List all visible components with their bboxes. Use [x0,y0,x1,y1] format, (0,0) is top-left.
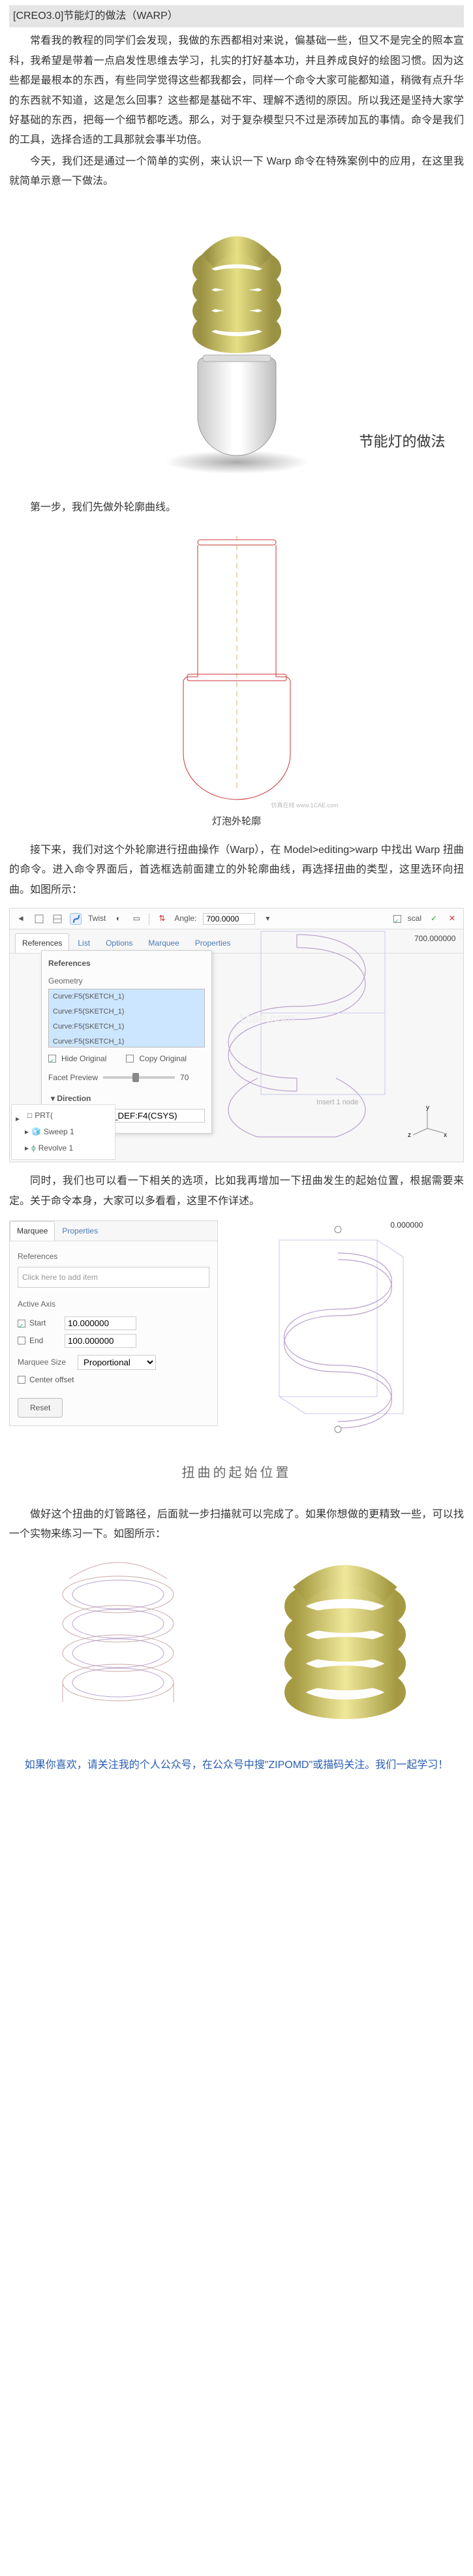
step-1: 第一步，我们先做外轮廓曲线。 [9,498,464,518]
figure-lamp: 节能灯的做法 [9,201,464,489]
paragraph-finish: 做好这个扭曲的灯管路径，后面就一步扫描就可以完成了。如果你想做的更精致一些，可以… [9,1505,464,1545]
article-title: [CREO3.0]节能灯的做法（WARP） [9,5,464,27]
end-input[interactable] [65,1334,136,1348]
geom-item[interactable]: Curve:F5(SKETCH_1) [49,1034,204,1047]
end-label: End [29,1333,61,1348]
twist-icon[interactable] [70,913,82,925]
start-input[interactable] [65,1316,136,1330]
svg-text:x: x [444,1132,447,1138]
watermark-link: 仿真在线 www.1CAE.com [271,800,338,811]
paragraph-options: 同时，我们也可以看一下相关的选项，比如我再增加一下扭曲发生的起始位置，根据需要来… [9,1172,464,1211]
warp-cage-icon[interactable] [52,913,63,925]
lamp-render [152,201,322,475]
active-axis-label: Active Axis [18,1297,209,1312]
hide-original-check[interactable] [48,1055,56,1063]
geom-item[interactable]: Curve:F5(SKETCH_1) [49,1019,204,1034]
facet-preview-label: Facet Preview [48,1070,98,1085]
warp-box-icon[interactable] [33,913,45,925]
closing-cta: 如果你喜欢，请关注我的个人公众号，在公众号中搜"ZIPOMD"或描码关注。我们一… [9,1756,464,1774]
copy-original-label: Copy Original [139,1051,187,1066]
marquee-panel: Marquee Properties References Click here… [9,1220,218,1426]
viewport-3d[interactable]: 1cae.com 700.000000 Insert 1 node y x z [199,922,460,1156]
start-check[interactable] [18,1320,25,1327]
center-offset-label: Center offset [29,1373,74,1388]
model-tree: ▸□PRT( ▸🧊Sweep 1 ▸ϕRevolve 1 [11,1104,115,1159]
figure-lamp-caption: 节能灯的做法 [359,428,445,456]
twist-start-preview: 0.000000 [240,1220,436,1455]
tab-marquee-2[interactable]: Marquee [10,1221,55,1241]
bend-icon[interactable]: ◐ [112,913,124,925]
marquee-size-label: Marquee Size [18,1355,74,1370]
geom-item[interactable]: Curve:F5(SKETCH_1) [49,989,204,1004]
spiral-wire [43,1555,193,1745]
reset-button[interactable]: Reset [18,1398,63,1418]
preview-value: 0.000000 [389,1218,424,1233]
svg-text:z: z [408,1132,411,1138]
tree-item-revolve[interactable]: ▸ϕRevolve 1 [13,1140,114,1156]
intro-paragraph-2: 今天，我们还是通过一个简单的实例，来认识一下 Warp 命令在特殊案例中的应用，… [9,152,464,192]
warp-ui-panel: ◄ Twist ◐ ▭ ⇅ Angle: ▾ scal ✓ ✕ Referenc… [9,908,464,1162]
copy-original-check[interactable] [126,1055,134,1063]
facet-value: 70 [180,1070,189,1085]
hide-original-label: Hide Original [61,1051,106,1066]
angle-label: Angle: [174,911,196,926]
tree-root[interactable]: ▸□PRT( [13,1108,114,1124]
end-check[interactable] [18,1337,25,1344]
geometry-list[interactable]: Curve:F5(SKETCH_1) Curve:F5(SKETCH_1) Cu… [48,989,205,1047]
twist-start-caption: 扭曲的起始位置 [9,1461,464,1485]
spiral-solid [260,1555,430,1745]
geometry-label: Geometry [48,974,87,989]
marq-ref-input[interactable]: Click here to add item [18,1267,209,1288]
twist-label: Twist [88,911,106,926]
bulb-outline-sketch [132,527,341,801]
svg-text:Insert 1 node: Insert 1 node [316,1098,358,1106]
nav-prev-icon[interactable]: ◄ [15,913,27,925]
axis-indicator: y x z [408,1106,447,1143]
start-label: Start [29,1316,61,1331]
stretch-icon[interactable]: ▭ [130,913,142,925]
marq-refs-label: References [18,1249,209,1264]
figure-final-row [9,1555,464,1745]
figure-outline-caption: 灯泡外轮廓 [132,813,341,831]
tab-properties-2[interactable]: Properties [55,1221,105,1241]
paragraph-warp-intro: 接下来，我们对这个外轮廓进行扭曲操作（Warp），在 Model>editing… [9,841,464,900]
svg-text:y: y [426,1106,429,1111]
center-offset-check[interactable] [18,1376,25,1384]
angle-callout: 700.000000 [414,934,456,943]
references-heading: References [48,956,205,971]
facet-slider[interactable] [103,1076,175,1079]
figure-outline: 灯泡外轮廓 仿真在线 www.1CAE.com [9,527,464,831]
axis-icon[interactable]: ⇅ [156,913,168,925]
intro-paragraph-1: 常看我的教程的同学们会发现，我做的东西都相对来说，偏基础一些，但又不是完全的照本… [9,31,464,150]
geom-item[interactable]: Curve:F5(SKETCH_1) [49,1004,204,1019]
tree-item-sweep[interactable]: ▸🧊Sweep 1 [13,1124,114,1140]
marquee-size-select[interactable]: Proportional [78,1355,156,1370]
